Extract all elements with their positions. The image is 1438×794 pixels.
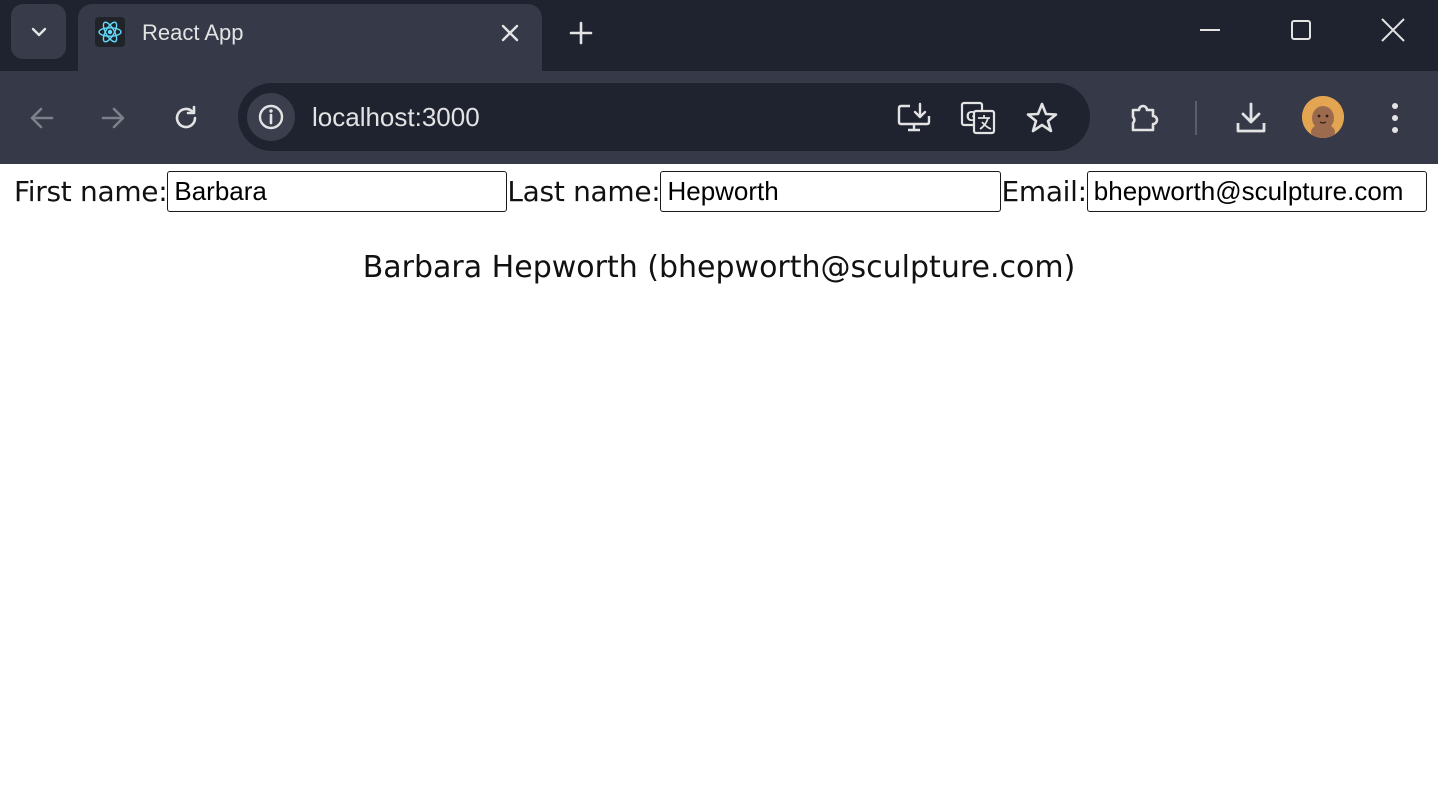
chrome-menu-button[interactable] (1372, 95, 1418, 141)
minimize-icon (1200, 29, 1220, 31)
star-icon (1026, 102, 1058, 133)
downloads-button[interactable] (1228, 95, 1274, 141)
browser-toolbar: localhost:3000 G (0, 71, 1438, 164)
tab-react-app[interactable]: React App (78, 4, 542, 71)
arrow-left-icon (30, 107, 54, 129)
tab-close-button[interactable] (496, 19, 524, 47)
maximize-icon (1291, 20, 1311, 40)
toolbar-divider (1195, 101, 1197, 135)
email-label: Email: (1001, 174, 1087, 208)
kebab-menu-icon (1392, 103, 1398, 133)
site-info-button[interactable] (247, 93, 295, 141)
close-icon (501, 24, 519, 42)
info-icon (258, 104, 284, 130)
react-logo-icon (95, 17, 125, 47)
maximize-button[interactable] (1266, 5, 1336, 55)
download-icon (1236, 102, 1266, 133)
plus-icon (569, 21, 593, 45)
contact-form: First name: Last name: Email: (14, 170, 1427, 212)
install-app-button[interactable] (891, 95, 937, 141)
email-input[interactable] (1086, 170, 1427, 212)
puzzle-icon (1131, 104, 1159, 132)
reload-button[interactable] (163, 95, 209, 141)
reload-icon (175, 105, 197, 129)
translate-icon: G (960, 101, 996, 135)
close-window-button[interactable] (1358, 5, 1428, 55)
address-bar[interactable]: localhost:3000 G (238, 83, 1090, 151)
browser-titlebar: React App (0, 0, 1438, 71)
arrow-right-icon (101, 107, 125, 129)
last-name-input[interactable] (660, 170, 1002, 212)
tab-search-button[interactable] (11, 4, 66, 59)
tab-title: React App (142, 20, 244, 45)
first-name-label: First name: (14, 174, 168, 208)
forward-button[interactable] (90, 95, 136, 141)
avatar[interactable] (1302, 96, 1344, 138)
page-content: First name: Last name: Email: Barbara He… (0, 164, 1438, 794)
back-button[interactable] (19, 95, 65, 141)
profile-avatar-icon (1302, 96, 1344, 138)
first-name-input[interactable] (167, 170, 508, 212)
new-tab-button[interactable] (560, 12, 602, 54)
contact-summary: Barbara Hepworth (bhepworth@sculpture.co… (362, 250, 1076, 285)
url-text[interactable]: localhost:3000 (312, 102, 480, 133)
minimize-button[interactable] (1175, 5, 1245, 55)
last-name-label: Last name: (507, 174, 661, 208)
chevron-down-icon (31, 27, 46, 36)
extensions-button[interactable] (1121, 95, 1167, 141)
install-app-icon (897, 102, 931, 132)
bookmark-button[interactable] (1019, 95, 1065, 141)
translate-button[interactable]: G (955, 95, 1001, 141)
close-icon (1381, 18, 1405, 42)
